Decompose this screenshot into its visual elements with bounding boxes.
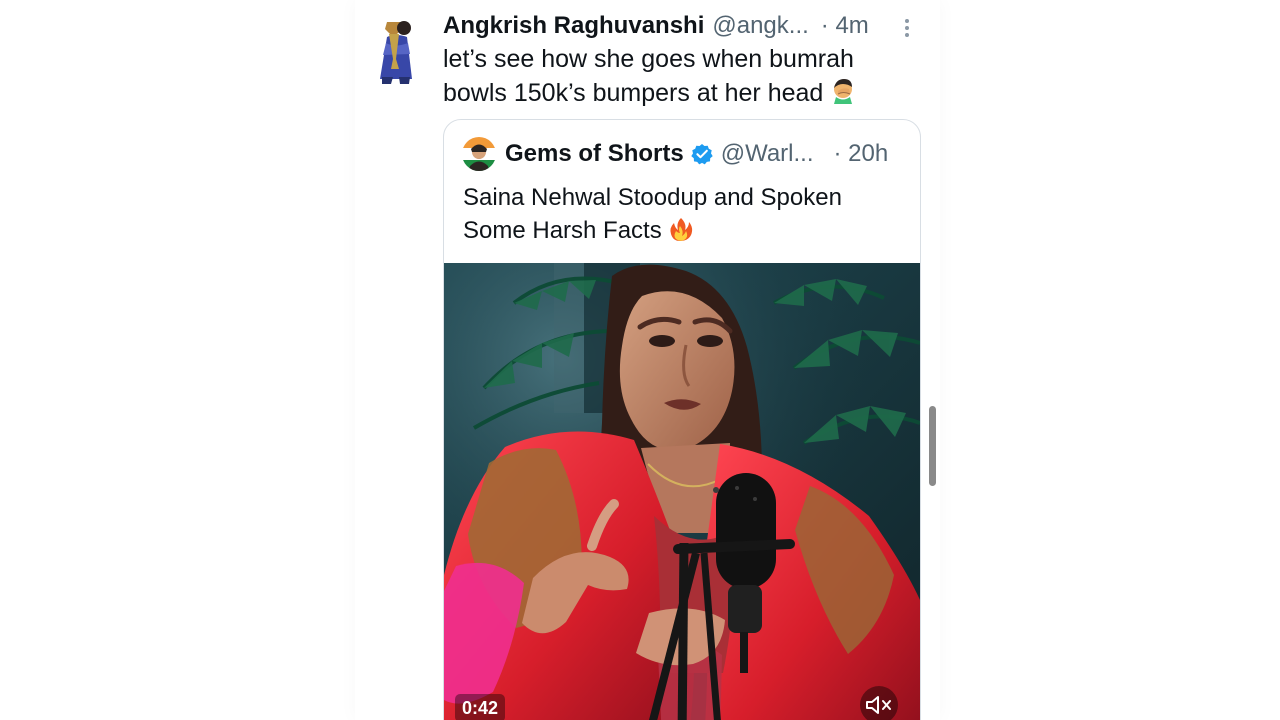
page: Angkrish Raghuvanshi @angk... · 4m let’s… [0,0,1280,720]
face-palm-emoji [829,77,857,114]
quoted-tweet-text-container: Saina Nehwal Stoodup and Spoken Some Har… [463,181,893,247]
tweet-header: Angkrish Raghuvanshi @angk... · 4m [443,10,923,42]
tweet-time[interactable]: · 4m [821,12,869,40]
video-player[interactable]: 0:42 [444,263,920,720]
quoted-author-name[interactable]: Gems of Shorts [505,140,684,168]
tweet-card[interactable]: Angkrish Raghuvanshi @angk... · 4m let’s… [355,0,940,720]
quoted-author-handle[interactable]: @Warl... [721,140,814,168]
more-dot [905,33,909,37]
more-options-icon[interactable] [895,14,919,42]
video-duration: 0:42 [455,694,506,720]
more-dot [905,26,909,30]
quoted-tweet-text: Saina Nehwal Stoodup and Spoken Some Har… [463,184,842,244]
quoted-tweet-time[interactable]: · 20h [834,140,889,168]
quoted-tweet-header: Gems of Shorts @Warl... · 20h [462,136,902,172]
scrollbar-thumb[interactable] [929,406,936,486]
author-handle[interactable]: @angk... [712,12,808,40]
author-name[interactable]: Angkrish Raghuvanshi [443,12,704,40]
verified-badge-icon [691,143,713,165]
quoted-tweet-card[interactable]: Gems of Shorts @Warl... · 20h Saina Nehw… [443,119,921,720]
quoted-author-avatar[interactable] [462,137,496,171]
more-dot [905,19,909,23]
fire-emoji [668,217,694,244]
author-avatar[interactable] [373,14,419,84]
tweet-text-container: let’s see how she goes when bumrah bowls… [443,42,913,114]
tweet-text: let’s see how she goes when bumrah bowls… [443,45,854,107]
volume-muted-icon[interactable] [860,686,898,720]
